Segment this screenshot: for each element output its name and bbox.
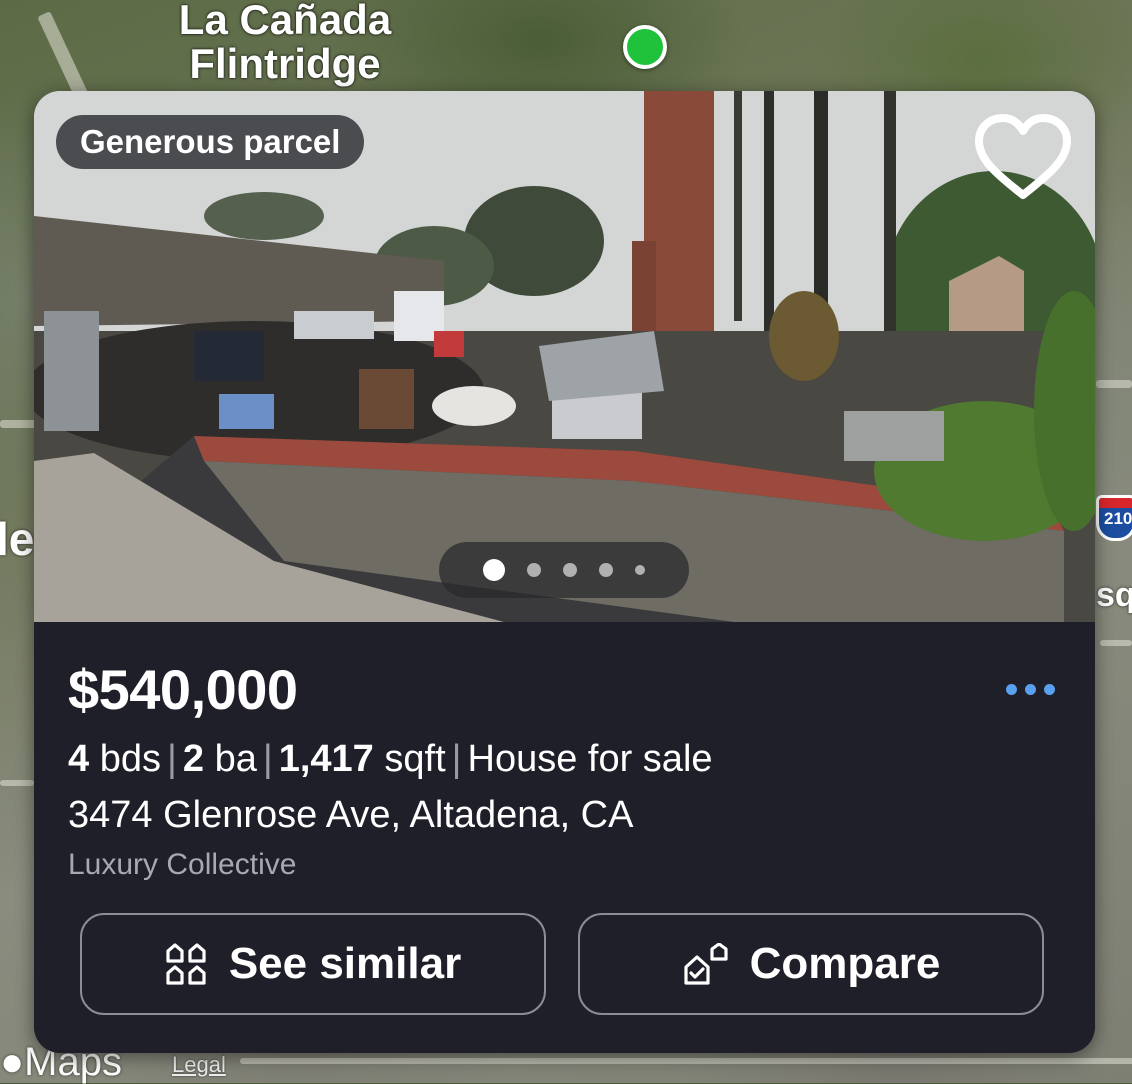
listing-tag: Generous parcel [56,115,365,169]
listing-address: 3474 Glenrose Ave, Altadena, CA [68,794,634,836]
baths-value: 2 [182,738,204,780]
apple-logo-icon: ● [0,1040,25,1084]
heart-outline-icon [975,114,1071,199]
favorite-button[interactable] [973,113,1073,203]
listing-info: $540,000 4 bds | 2 ba | 1,417 sqft | House for… [34,622,1095,884]
facts-separator: | [262,738,273,780]
beds-value: 4 [68,738,90,780]
listing-photo[interactable]: Generous parcel [34,91,1095,622]
facts-separator: | [166,738,177,780]
map-label-fragment-left: le [0,513,35,565]
location-dot-icon[interactable] [623,25,667,69]
compare-button[interactable]: Compare [578,913,1044,1015]
photo-pager-dot[interactable] [599,563,613,577]
map-label-fragment-right: sq [1096,576,1132,614]
photo-pager-dot[interactable] [527,563,541,577]
photo-pager-dot[interactable] [635,565,645,575]
house-compare-icon [684,943,728,985]
photo-pager-dot[interactable] [563,563,577,577]
listing-status: House for sale [467,738,713,780]
more-options-button[interactable] [1006,684,1055,695]
sqft-value: 1,417 [278,738,374,780]
listing-price: $540,000 [68,658,298,721]
legal-link[interactable]: Legal [172,1052,226,1078]
facts-separator: | [451,738,462,780]
see-similar-label: See similar [228,939,462,988]
listing-broker: Luxury Collective [68,848,297,881]
sqft-unit: sqft [384,738,446,780]
baths-unit: ba [214,738,257,780]
listing-card[interactable]: Generous parcel $540,000 4 bds | 2 ba | 1,41… [34,91,1095,1053]
listing-facts: 4 bds | 2 ba | 1,417 sqft | House for sale [68,736,1061,782]
ellipsis-icon [1006,684,1017,695]
compare-label: Compare [749,939,941,988]
houses-grid-icon [166,943,206,985]
interstate-shield-icon: 210 [1096,495,1132,541]
highway-number: 210 [1104,509,1132,528]
photo-pager-dot[interactable] [483,559,505,581]
map-place-line2: Flintridge [189,40,381,87]
map-place-label: La Cañada Flintridge [150,0,420,86]
listing-actions: See similar Compare [80,913,1044,1015]
map-place-line1: La Cañada [178,0,392,43]
photo-pager[interactable] [439,542,689,598]
beds-unit: bds [99,738,161,780]
see-similar-button[interactable]: See similar [80,913,546,1015]
